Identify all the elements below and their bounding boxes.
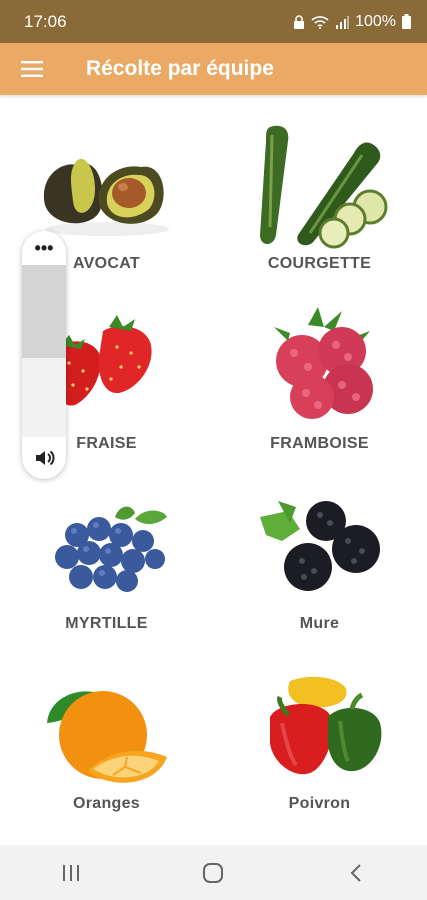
grid-item-poivron[interactable]: Poivron bbox=[213, 635, 426, 815]
back-button[interactable] bbox=[326, 853, 386, 893]
item-label: Oranges bbox=[72, 795, 140, 812]
grid-item-oranges[interactable]: Oranges bbox=[0, 635, 213, 815]
orange-icon bbox=[46, 691, 167, 783]
status-bar: 17:06 100% bbox=[0, 0, 427, 43]
zucchini-icon bbox=[259, 125, 387, 249]
volume-level bbox=[22, 358, 66, 437]
speaker-icon[interactable] bbox=[33, 447, 55, 469]
item-label: COURGETTE bbox=[267, 255, 372, 272]
recents-icon bbox=[63, 864, 80, 881]
signal-icon bbox=[336, 15, 350, 29]
status-icons: 100% bbox=[293, 13, 411, 31]
volume-panel: ••• bbox=[22, 231, 66, 479]
item-label: FRAMBOISE bbox=[270, 435, 369, 452]
volume-slider[interactable] bbox=[22, 265, 66, 437]
grid-item-myrtille[interactable]: MYRTILLE bbox=[0, 455, 213, 635]
wifi-icon bbox=[311, 15, 329, 29]
back-icon bbox=[350, 863, 361, 882]
item-label: MYRTILLE bbox=[65, 615, 148, 632]
pepper-icon bbox=[269, 676, 381, 775]
hamburger-icon bbox=[21, 61, 43, 77]
item-label: Poivron bbox=[288, 795, 351, 812]
produce-grid: AVOCAT COURGETTE FRAISE FRAMBOISE MYRTIL… bbox=[0, 95, 427, 845]
home-icon bbox=[203, 862, 224, 883]
status-time: 17:06 bbox=[24, 11, 67, 31]
navigation-bar bbox=[0, 845, 427, 900]
item-label: Mure bbox=[299, 615, 340, 632]
raspberry-icon bbox=[273, 307, 373, 419]
battery-icon bbox=[402, 14, 411, 29]
app-bar: Récolte par équipe bbox=[0, 43, 427, 95]
grid-item-courgette[interactable]: COURGETTE bbox=[213, 95, 426, 275]
grid-item-framboise[interactable]: FRAMBOISE bbox=[213, 275, 426, 455]
blueberry-icon bbox=[54, 506, 167, 592]
grid-item-mure[interactable]: Mure bbox=[213, 455, 426, 635]
more-options-icon[interactable]: ••• bbox=[22, 239, 66, 257]
page-title: Récolte par équipe bbox=[86, 57, 274, 80]
battery-percent: 100% bbox=[355, 12, 396, 30]
menu-button[interactable] bbox=[0, 43, 64, 95]
home-button[interactable] bbox=[183, 853, 243, 893]
blackberry-icon bbox=[259, 501, 380, 591]
recent-apps-button[interactable] bbox=[41, 853, 101, 893]
lock-icon bbox=[294, 14, 305, 29]
